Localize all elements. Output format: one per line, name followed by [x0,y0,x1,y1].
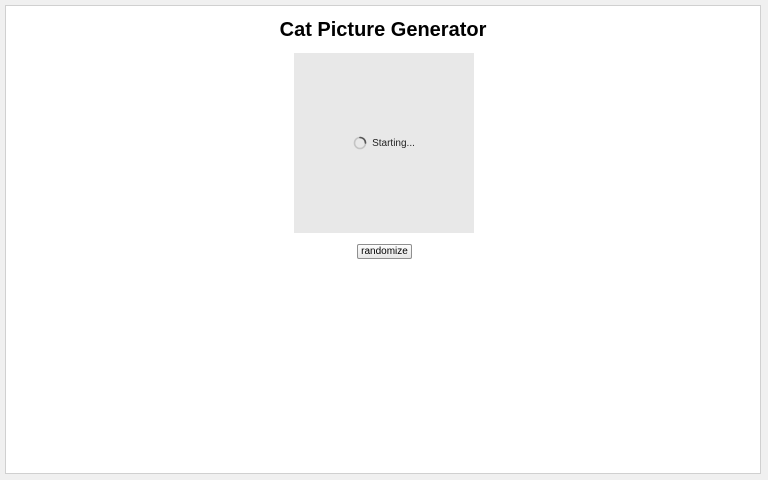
loading-status-text: Starting... [372,137,415,149]
loading-spinner-icon [353,136,367,150]
page-title: Cat Picture Generator [279,19,487,41]
cat-image-area: Starting... [294,53,474,233]
randomize-button[interactable]: randomize [357,244,412,259]
app-frame: Cat Picture Generator Starting... random… [5,5,761,474]
loading-indicator: Starting... [353,136,415,150]
